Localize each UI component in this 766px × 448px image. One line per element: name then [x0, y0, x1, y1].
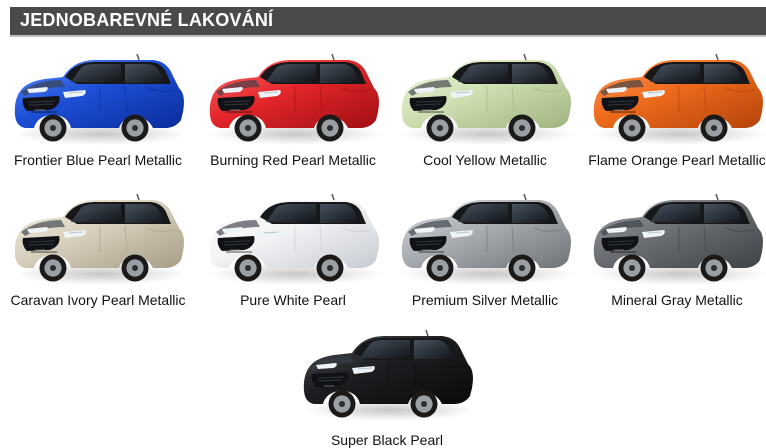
car-front-three-quarter-icon	[303, 329, 476, 421]
car-image	[584, 186, 766, 290]
car-image	[5, 46, 191, 150]
car-image	[392, 46, 578, 150]
car-front-three-quarter-icon	[14, 53, 187, 145]
car-image	[200, 46, 386, 150]
color-name-label: Mineral Gray Metallic	[611, 292, 743, 308]
car-image	[294, 322, 480, 426]
color-option-tile[interactable]: Premium Silver Metallic	[392, 186, 578, 312]
car-front-three-quarter-icon	[14, 193, 187, 285]
color-option-tile[interactable]: Mineral Gray Metallic	[584, 186, 766, 312]
color-option-tile[interactable]: Pure White Pearl	[200, 186, 386, 312]
color-name-label: Frontier Blue Pearl Metallic	[13, 152, 183, 168]
car-image	[392, 186, 578, 290]
car-image	[584, 46, 766, 150]
car-front-three-quarter-icon	[401, 193, 574, 285]
color-option-tile[interactable]: Burning Red Pearl Metallic	[200, 46, 386, 172]
color-name-label: Cool Yellow Metallic	[423, 152, 547, 168]
color-option-tile[interactable]: Frontier Blue Pearl Metallic	[5, 46, 191, 172]
car-image	[200, 186, 386, 290]
color-name-label: Premium Silver Metallic	[411, 292, 559, 308]
color-name-label: Pure White Pearl	[240, 292, 346, 308]
color-option-tile[interactable]: Caravan Ivory Pearl Metallic	[5, 186, 191, 312]
color-name-label: Super Black Pearl	[330, 432, 444, 448]
car-front-three-quarter-icon	[401, 53, 574, 145]
color-swatch-grid: Frontier Blue Pearl Metallic Burning Red…	[0, 0, 766, 448]
color-name-label: Caravan Ivory Pearl Metallic	[10, 292, 186, 308]
car-front-three-quarter-icon	[593, 193, 766, 285]
car-front-three-quarter-icon	[209, 53, 382, 145]
color-option-tile[interactable]: Cool Yellow Metallic	[392, 46, 578, 172]
color-option-tile[interactable]: Flame Orange Pearl Metallic	[584, 46, 766, 172]
car-image	[5, 186, 191, 290]
color-option-tile[interactable]: Super Black Pearl	[294, 322, 480, 448]
car-front-three-quarter-icon	[593, 53, 766, 145]
color-name-label: Burning Red Pearl Metallic	[210, 152, 376, 168]
car-front-three-quarter-icon	[209, 193, 382, 285]
color-name-label: Flame Orange Pearl Metallic	[588, 152, 766, 168]
